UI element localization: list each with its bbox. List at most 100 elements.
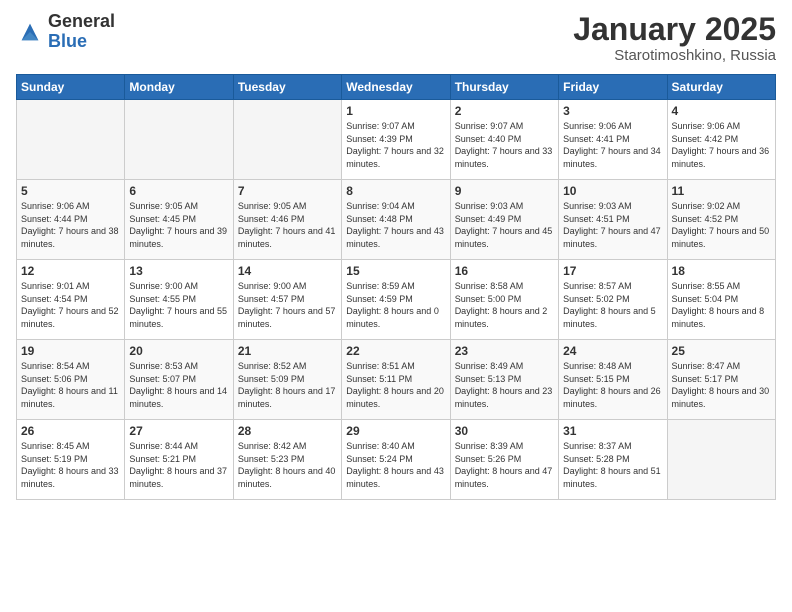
calendar-cell: 18Sunrise: 8:55 AMSunset: 5:04 PMDayligh…: [667, 260, 775, 340]
calendar-cell: 31Sunrise: 8:37 AMSunset: 5:28 PMDayligh…: [559, 420, 667, 500]
day-info: Sunrise: 9:00 AMSunset: 4:57 PMDaylight:…: [238, 280, 337, 330]
calendar-cell: 16 Sunrise: 8:58 AMSunset: 5:00 PMDayligh…: [450, 260, 558, 340]
calendar-cell: 8Sunrise: 9:04 AMSunset: 4:48 PMDaylight…: [342, 180, 450, 260]
day-info: Sunrise: 8:55 AMSunset: 5:04 PMDaylight:…: [672, 280, 771, 330]
day-info: Sunrise: 8:54 AMSunset: 5:06 PMDaylight:…: [21, 360, 120, 410]
day-number: 25: [672, 344, 771, 358]
calendar-cell: [233, 100, 341, 180]
calendar-cell: 13 Sunrise: 9:00 AMSunset: 4:55 PMDayligh…: [125, 260, 233, 340]
day-info: Sunrise: 9:06 AMSunset: 4:44 PMDaylight:…: [21, 200, 120, 250]
day-number: 26: [21, 424, 120, 438]
calendar-cell: 12 Sunrise: 9:01 AMSunset: 4:54 PMDayligh…: [17, 260, 125, 340]
week-row-3: 12 Sunrise: 9:01 AMSunset: 4:54 PMDayligh…: [17, 260, 776, 340]
day-info: Sunrise: 9:06 AMSunset: 4:41 PMDaylight:…: [563, 120, 662, 170]
week-row-2: 5 Sunrise: 9:06 AMSunset: 4:44 PMDaylight…: [17, 180, 776, 260]
calendar-cell: 17Sunrise: 8:57 AMSunset: 5:02 PMDayligh…: [559, 260, 667, 340]
header: General Blue January 2025 Starotimoshkin…: [16, 12, 776, 64]
day-number: 20: [129, 344, 228, 358]
calendar-cell: 9Sunrise: 9:03 AMSunset: 4:49 PMDaylight…: [450, 180, 558, 260]
calendar-cell: [17, 100, 125, 180]
calendar-title: January 2025: [573, 12, 776, 47]
day-number: 27: [129, 424, 228, 438]
day-info: Sunrise: 8:57 AMSunset: 5:02 PMDaylight:…: [563, 280, 662, 330]
title-block: January 2025 Starotimoshkino, Russia: [573, 12, 776, 64]
calendar-cell: [667, 420, 775, 500]
week-row-1: 1 Sunrise: 9:07 AMSunset: 4:39 PMDaylight…: [17, 100, 776, 180]
day-number: 13: [129, 264, 228, 278]
calendar-cell: 6Sunrise: 9:05 AMSunset: 4:45 PMDaylight…: [125, 180, 233, 260]
calendar-cell: 22 Sunrise: 8:51 AMSunset: 5:11 PMDayligh…: [342, 340, 450, 420]
day-info: Sunrise: 8:39 AMSunset: 5:26 PMDaylight:…: [455, 440, 554, 490]
day-info: Sunrise: 9:04 AMSunset: 4:48 PMDaylight:…: [346, 200, 445, 250]
day-info: Sunrise: 9:06 AMSunset: 4:42 PMDaylight:…: [672, 120, 771, 170]
calendar-cell: 26 Sunrise: 8:45 AMSunset: 5:19 PMDayligh…: [17, 420, 125, 500]
day-number: 2: [455, 104, 554, 118]
day-info: Sunrise: 8:48 AMSunset: 5:15 PMDaylight:…: [563, 360, 662, 410]
logo-blue: Blue: [48, 32, 115, 52]
weekday-header-sunday: Sunday: [17, 75, 125, 100]
calendar-cell: 21Sunrise: 8:52 AMSunset: 5:09 PMDayligh…: [233, 340, 341, 420]
day-number: 16: [455, 264, 554, 278]
calendar-cell: 14 Sunrise: 9:00 AMSunset: 4:57 PMDayligh…: [233, 260, 341, 340]
day-info: Sunrise: 8:51 AMSunset: 5:11 PMDaylight:…: [346, 360, 445, 410]
logo: General Blue: [16, 12, 115, 52]
day-number: 28: [238, 424, 337, 438]
calendar-cell: 5 Sunrise: 9:06 AMSunset: 4:44 PMDaylight…: [17, 180, 125, 260]
calendar-cell: 27 Sunrise: 8:44 AMSunset: 5:21 PMDayligh…: [125, 420, 233, 500]
day-number: 12: [21, 264, 120, 278]
day-info: Sunrise: 8:42 AMSunset: 5:23 PMDaylight:…: [238, 440, 337, 490]
day-info: Sunrise: 9:03 AMSunset: 4:51 PMDaylight:…: [563, 200, 662, 250]
calendar-table: SundayMondayTuesdayWednesdayThursdayFrid…: [16, 74, 776, 500]
page: General Blue January 2025 Starotimoshkin…: [0, 0, 792, 612]
day-number: 11: [672, 184, 771, 198]
day-number: 19: [21, 344, 120, 358]
day-number: 29: [346, 424, 445, 438]
day-info: Sunrise: 8:58 AMSunset: 5:00 PMDaylight:…: [455, 280, 554, 330]
weekday-header-wednesday: Wednesday: [342, 75, 450, 100]
day-number: 10: [563, 184, 662, 198]
calendar-cell: 20Sunrise: 8:53 AMSunset: 5:07 PMDayligh…: [125, 340, 233, 420]
day-number: 24: [563, 344, 662, 358]
day-info: Sunrise: 9:01 AMSunset: 4:54 PMDaylight:…: [21, 280, 120, 330]
calendar-cell: 4 Sunrise: 9:06 AMSunset: 4:42 PMDaylight…: [667, 100, 775, 180]
day-number: 4: [672, 104, 771, 118]
calendar-cell: 11 Sunrise: 9:02 AMSunset: 4:52 PMDayligh…: [667, 180, 775, 260]
day-number: 30: [455, 424, 554, 438]
calendar-subtitle: Starotimoshkino, Russia: [573, 47, 776, 64]
week-row-4: 19 Sunrise: 8:54 AMSunset: 5:06 PMDayligh…: [17, 340, 776, 420]
day-number: 21: [238, 344, 337, 358]
day-number: 3: [563, 104, 662, 118]
calendar-cell: [125, 100, 233, 180]
day-number: 22: [346, 344, 445, 358]
calendar-cell: 24 Sunrise: 8:48 AMSunset: 5:15 PMDayligh…: [559, 340, 667, 420]
calendar-cell: 25 Sunrise: 8:47 AMSunset: 5:17 PMDayligh…: [667, 340, 775, 420]
day-info: Sunrise: 8:45 AMSunset: 5:19 PMDaylight:…: [21, 440, 120, 490]
weekday-header-row: SundayMondayTuesdayWednesdayThursdayFrid…: [17, 75, 776, 100]
week-row-5: 26 Sunrise: 8:45 AMSunset: 5:19 PMDayligh…: [17, 420, 776, 500]
calendar-cell: 19 Sunrise: 8:54 AMSunset: 5:06 PMDayligh…: [17, 340, 125, 420]
day-info: Sunrise: 9:05 AMSunset: 4:45 PMDaylight:…: [129, 200, 228, 250]
day-info: Sunrise: 9:00 AMSunset: 4:55 PMDaylight:…: [129, 280, 228, 330]
calendar-cell: 7Sunrise: 9:05 AMSunset: 4:46 PMDaylight…: [233, 180, 341, 260]
day-number: 5: [21, 184, 120, 198]
day-info: Sunrise: 9:02 AMSunset: 4:52 PMDaylight:…: [672, 200, 771, 250]
weekday-header-monday: Monday: [125, 75, 233, 100]
calendar-cell: 3 Sunrise: 9:06 AMSunset: 4:41 PMDaylight…: [559, 100, 667, 180]
day-info: Sunrise: 9:07 AMSunset: 4:39 PMDaylight:…: [346, 120, 445, 170]
day-number: 15: [346, 264, 445, 278]
calendar-cell: 23 Sunrise: 8:49 AMSunset: 5:13 PMDayligh…: [450, 340, 558, 420]
day-info: Sunrise: 8:40 AMSunset: 5:24 PMDaylight:…: [346, 440, 445, 490]
day-number: 14: [238, 264, 337, 278]
calendar-cell: 15Sunrise: 8:59 AMSunset: 4:59 PMDayligh…: [342, 260, 450, 340]
day-info: Sunrise: 8:49 AMSunset: 5:13 PMDaylight:…: [455, 360, 554, 410]
day-number: 1: [346, 104, 445, 118]
day-info: Sunrise: 8:47 AMSunset: 5:17 PMDaylight:…: [672, 360, 771, 410]
day-number: 23: [455, 344, 554, 358]
calendar-cell: 10 Sunrise: 9:03 AMSunset: 4:51 PMDayligh…: [559, 180, 667, 260]
weekday-header-friday: Friday: [559, 75, 667, 100]
calendar-cell: 30 Sunrise: 8:39 AMSunset: 5:26 PMDayligh…: [450, 420, 558, 500]
calendar-cell: 28 Sunrise: 8:42 AMSunset: 5:23 PMDayligh…: [233, 420, 341, 500]
weekday-header-tuesday: Tuesday: [233, 75, 341, 100]
logo-icon: [16, 18, 44, 46]
day-info: Sunrise: 8:44 AMSunset: 5:21 PMDaylight:…: [129, 440, 228, 490]
